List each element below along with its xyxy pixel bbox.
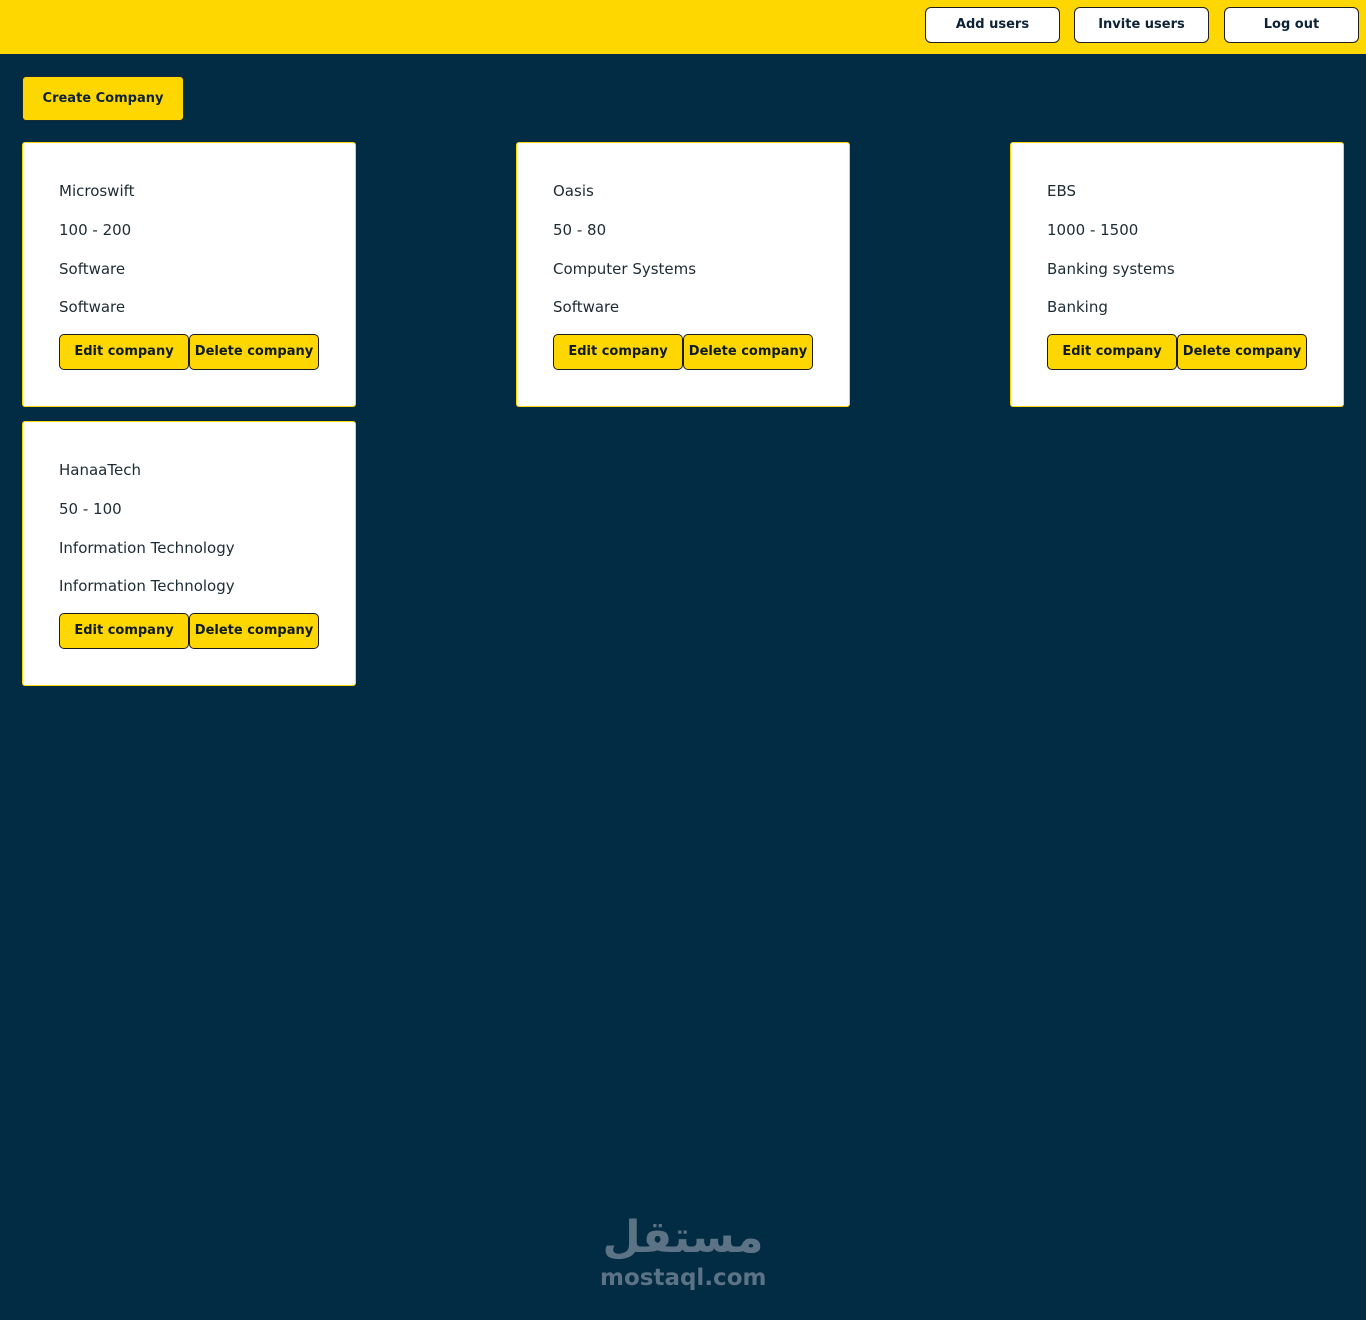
company-field: Information Technology: [59, 539, 235, 557]
company-category: Banking: [1047, 298, 1108, 316]
company-category: Software: [553, 298, 620, 316]
company-name: HanaaTech: [59, 461, 141, 479]
company-category: Information Technology: [59, 577, 235, 595]
add-users-button[interactable]: Add users: [925, 7, 1060, 43]
delete-company-button[interactable]: Delete company: [683, 334, 813, 370]
log-out-button[interactable]: Log out: [1224, 7, 1359, 43]
company-name: Microswift: [59, 182, 135, 200]
create-company-button[interactable]: Create Company: [22, 76, 184, 121]
company-field: Banking systems: [1047, 260, 1175, 278]
company-card-microswift: Microswift 100 - 200 Software Software E…: [22, 142, 356, 407]
delete-company-button[interactable]: Delete company: [189, 613, 319, 649]
watermark-latin-text: mostaql.com: [600, 1265, 767, 1291]
company-field: Software: [59, 260, 126, 278]
watermark-arabic-text: مستقل: [602, 1212, 764, 1263]
company-name: Oasis: [553, 182, 594, 200]
delete-company-button[interactable]: Delete company: [1177, 334, 1307, 370]
company-size: 50 - 100: [59, 500, 122, 518]
edit-company-button[interactable]: Edit company: [59, 613, 189, 649]
company-field: Computer Systems: [553, 260, 697, 278]
company-card-hanaatech: HanaaTech 50 - 100 Information Technolog…: [22, 421, 356, 686]
delete-company-button[interactable]: Delete company: [189, 334, 319, 370]
company-size: 50 - 80: [553, 221, 607, 239]
edit-company-button[interactable]: Edit company: [553, 334, 683, 370]
company-category: Software: [59, 298, 126, 316]
mostaql-watermark: مستقل mostaql.com: [600, 1210, 766, 1294]
company-name: EBS: [1047, 182, 1077, 200]
company-size: 1000 - 1500: [1047, 221, 1139, 239]
edit-company-button[interactable]: Edit company: [1047, 334, 1177, 370]
edit-company-button[interactable]: Edit company: [59, 334, 189, 370]
top-header: Add users Invite users Log out: [0, 0, 1366, 54]
company-size: 100 - 200: [59, 221, 132, 239]
company-card-oasis: Oasis 50 - 80 Computer Systems Software …: [516, 142, 850, 407]
invite-users-button[interactable]: Invite users: [1074, 7, 1209, 43]
company-card-ebs: EBS 1000 - 1500 Banking systems Banking …: [1010, 142, 1344, 407]
